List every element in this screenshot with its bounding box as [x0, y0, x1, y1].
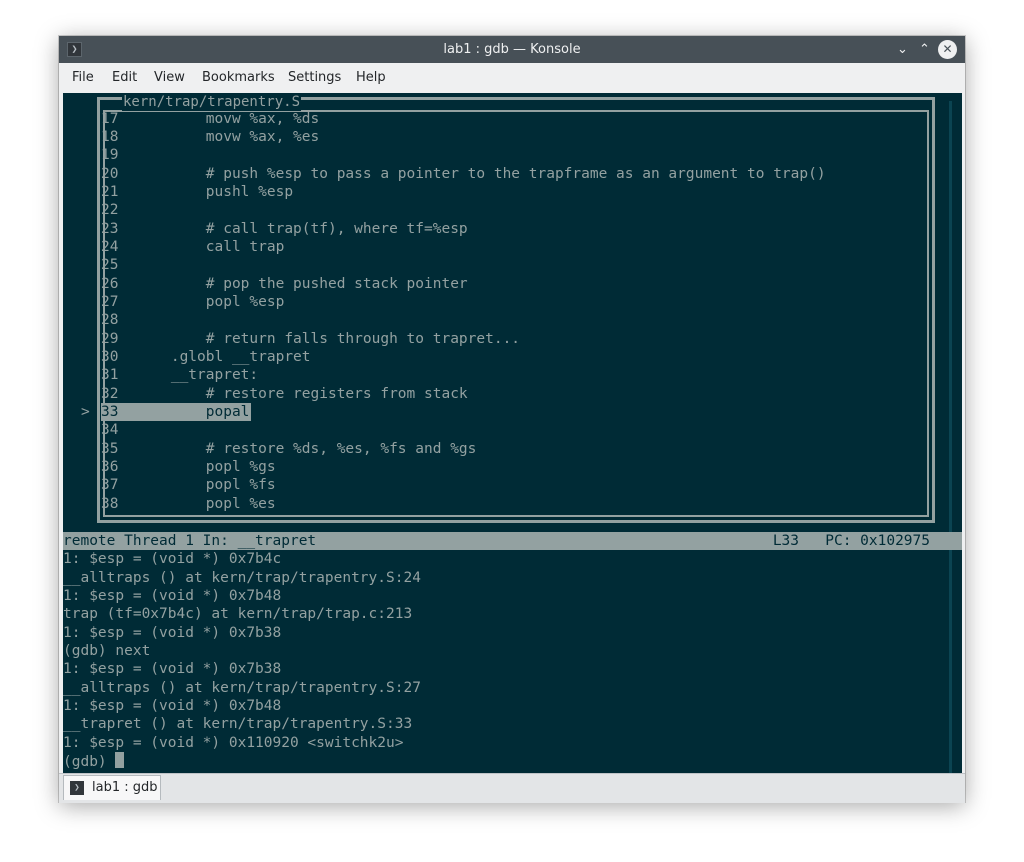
source-line: 31 __trapret:	[101, 367, 259, 383]
terminal-scrollbar[interactable]	[949, 101, 952, 773]
source-line: 35 # restore %ds, %es, %fs and %gs	[101, 441, 477, 457]
console-line: 1: $esp = (void *) 0x7b48	[63, 588, 282, 604]
terminal-tab-icon: ❯	[70, 781, 84, 795]
status-line-number: L33	[772, 533, 800, 549]
minimize-button[interactable]: ⌄	[893, 40, 912, 59]
source-line: 28	[101, 312, 119, 328]
console-line: trap (tf=0x7b4c) at kern/trap/trap.c:213	[63, 606, 413, 622]
menu-settings[interactable]: Settings	[288, 63, 341, 93]
source-line: 34	[101, 422, 119, 438]
source-line: 26 # pop the pushed stack pointer	[101, 276, 468, 292]
source-line: 17 movw %ax, %ds	[101, 111, 320, 127]
text-cursor	[115, 752, 125, 768]
tab-lab1-gdb[interactable]: ❯ lab1 : gdb	[63, 775, 161, 800]
menu-file[interactable]: File	[72, 63, 94, 93]
gdb-status-line: remote Thread 1 In: __trapret L33 PC: 0x…	[63, 532, 962, 550]
console-line: (gdb) next	[63, 643, 151, 659]
console-line: __trapret () at kern/trap/trapentry.S:33	[63, 716, 413, 732]
window-title: lab1 : gdb — Konsole	[443, 42, 581, 57]
source-line: 21 pushl %esp	[101, 184, 294, 200]
source-line: 20 # push %esp to pass a pointer to the …	[101, 166, 826, 182]
tab-bar: ❯ lab1 : gdb	[59, 773, 965, 803]
source-line: 24 call trap	[101, 239, 285, 255]
source-line: 37 popl %fs	[101, 477, 276, 493]
status-position: L33 PC: 0x102975	[773, 532, 930, 550]
console-line: 1: $esp = (void *) 0x7b38	[63, 661, 282, 677]
status-pc: PC: 0x102975	[825, 533, 930, 549]
tab-label: lab1 : gdb	[92, 780, 158, 795]
source-line: 38 popl %es	[101, 496, 276, 512]
terminal-area[interactable]: kern/trap/trapentry.S 17 movw %ax, %ds 1…	[63, 93, 962, 773]
close-button[interactable]: ✕	[938, 40, 957, 59]
konsole-window: ❯ lab1 : gdb — Konsole ⌄ ⌃ ✕ File Edit V…	[59, 36, 965, 803]
menu-bookmarks[interactable]: Bookmarks	[202, 63, 275, 93]
source-file-title: kern/trap/trapentry.S	[122, 93, 302, 111]
source-line: 25	[101, 257, 119, 273]
source-line: 30 .globl __trapret	[101, 349, 311, 365]
current-line-marker: >	[81, 404, 90, 420]
console-line: __alltraps () at kern/trap/trapentry.S:2…	[63, 680, 421, 696]
console-line: 1: $esp = (void *) 0x7b38	[63, 625, 282, 641]
status-thread: remote Thread 1 In: __trapret	[63, 533, 317, 549]
source-line: 23 # call trap(tf), where tf=%esp	[101, 221, 468, 237]
menu-help[interactable]: Help	[356, 63, 386, 93]
gdb-prompt-line[interactable]: (gdb)	[63, 752, 125, 770]
source-line: 36 popl %gs	[101, 459, 276, 475]
source-line: 18 movw %ax, %es	[101, 129, 320, 145]
maximize-button[interactable]: ⌃	[915, 40, 934, 59]
menu-bar: File Edit View Bookmarks Settings Help	[59, 63, 965, 93]
console-line: 1: $esp = (void *) 0x7b48	[63, 698, 282, 714]
source-line: 32 # restore registers from stack	[101, 386, 468, 402]
source-line: 22	[101, 202, 119, 218]
title-bar[interactable]: ❯ lab1 : gdb — Konsole ⌄ ⌃ ✕	[59, 36, 965, 63]
console-line: 1: $esp = (void *) 0x7b4c	[63, 551, 282, 567]
console-line: 1: $esp = (void *) 0x110920 <switchk2u>	[63, 735, 404, 751]
menu-edit[interactable]: Edit	[112, 63, 137, 93]
gdb-prompt: (gdb)	[63, 754, 116, 770]
source-line-current: 33 popal	[101, 403, 252, 421]
source-line: 27 popl %esp	[101, 294, 285, 310]
source-line: 19	[101, 147, 119, 163]
menu-view[interactable]: View	[154, 63, 185, 93]
source-line: 29 # return falls through to trapret...	[101, 331, 521, 347]
console-line: __alltraps () at kern/trap/trapentry.S:2…	[63, 570, 421, 586]
